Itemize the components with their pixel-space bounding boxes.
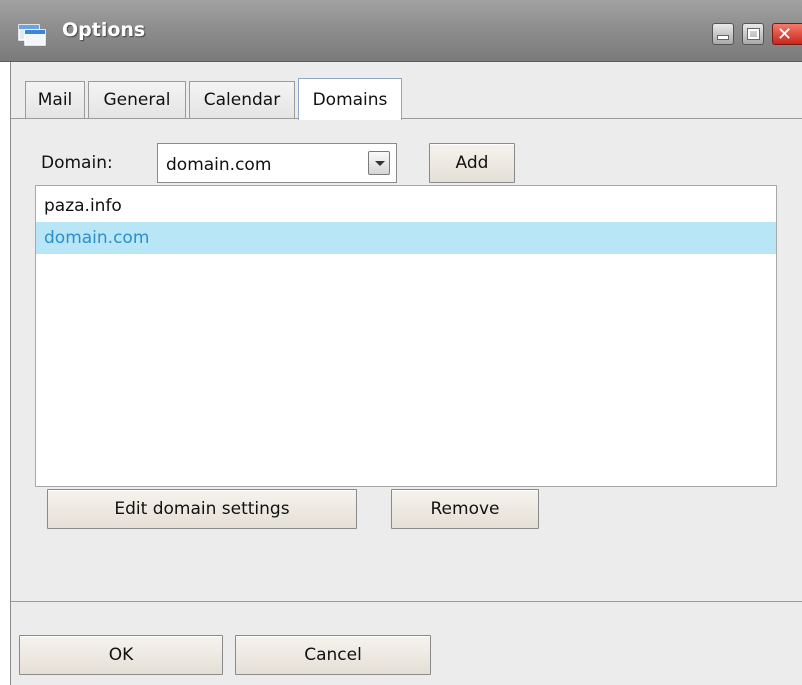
add-domain-button[interactable]: Add [429, 143, 515, 183]
domain-label: Domain: [41, 153, 113, 173]
domains-panel: Domain: domain.com Add paza.info domain.… [11, 118, 802, 602]
minimize-icon [718, 36, 728, 39]
options-dialog: Mail General Calendar Domains Domain: do… [10, 62, 802, 685]
list-item-selected[interactable]: domain.com [36, 222, 776, 254]
cancel-button[interactable]: Cancel [235, 635, 431, 675]
maximize-button[interactable] [742, 23, 764, 45]
remove-domain-button[interactable]: Remove [391, 489, 539, 529]
domain-dropdown[interactable]: domain.com [157, 143, 397, 183]
dialog-footer: OK Cancel [11, 603, 802, 685]
chevron-down-icon[interactable] [368, 151, 390, 175]
domain-dropdown-value: domain.com [166, 155, 272, 175]
maximize-icon [748, 29, 759, 39]
minimize-button[interactable] [712, 23, 734, 45]
tab-domains[interactable]: Domains [298, 78, 402, 120]
windows-icon [18, 24, 46, 46]
close-icon: ✕ [777, 24, 793, 45]
tab-calendar[interactable]: Calendar [189, 81, 295, 118]
tab-mail[interactable]: Mail [25, 81, 85, 118]
close-button[interactable]: ✕ [772, 23, 802, 45]
domain-list[interactable]: paza.info domain.com [35, 185, 777, 487]
ok-button[interactable]: OK [19, 635, 223, 675]
tab-general[interactable]: General [88, 81, 186, 118]
list-item[interactable]: paza.info [36, 190, 776, 222]
edit-domain-settings-button[interactable]: Edit domain settings [47, 489, 357, 529]
title-bar[interactable]: Options ✕ [0, 0, 802, 62]
window-title: Options [62, 19, 146, 41]
